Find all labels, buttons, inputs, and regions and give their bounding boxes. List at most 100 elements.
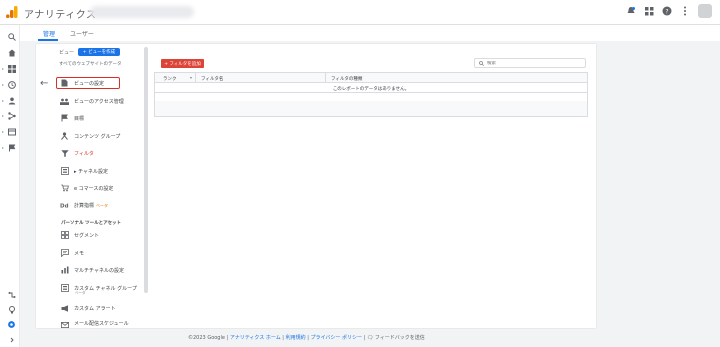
copyright-text: ©2023 Google — [188, 335, 225, 341]
personal-tools-header: パーソナル ツールとアセット — [61, 221, 121, 226]
menu-item-multichannel-settings[interactable]: マルチチャネルの設定 — [60, 264, 144, 276]
attribution-icon[interactable] — [7, 290, 16, 299]
notifications-icon[interactable] — [626, 6, 636, 16]
expand-caret-icon[interactable]: ▸ — [2, 113, 4, 118]
menu-item-calculated-metrics[interactable]: Dd 計算指標 ベータ — [60, 199, 144, 211]
conversion-flag-icon[interactable] — [7, 143, 16, 152]
filter-search-box[interactable] — [474, 58, 586, 68]
analytics-logo-icon[interactable] — [6, 6, 18, 18]
svg-text:?: ? — [665, 8, 668, 15]
svg-text:Dd: Dd — [60, 204, 69, 209]
menu-item-custom-alerts[interactable]: カスタム アラート — [60, 302, 144, 314]
menu-item-label: セグメント — [74, 232, 100, 239]
menu-item-label: カスタム アラート — [74, 305, 116, 312]
menu-item-view-access[interactable]: ビューのアクセス管理 — [60, 95, 144, 107]
people-icon — [60, 97, 69, 106]
filter-icon — [60, 149, 69, 158]
add-filter-button[interactable]: + フィルタを追加 — [161, 59, 204, 68]
home-icon[interactable] — [7, 48, 16, 57]
search-icon[interactable] — [7, 32, 16, 41]
tab-admin[interactable]: 管理 — [43, 29, 55, 38]
channel-icon — [60, 167, 69, 176]
megaphone-icon — [60, 304, 69, 313]
menu-item-label: フィルタ — [74, 150, 94, 157]
menu-item-label: メモ — [74, 250, 85, 257]
expand-caret-icon[interactable]: ▸ — [2, 129, 4, 134]
tab-user[interactable]: ユーザー — [70, 29, 94, 38]
menu-item-label: メール配信スケジュール — [74, 321, 129, 327]
lightbulb-icon[interactable] — [7, 305, 16, 314]
apps-grid-icon[interactable] — [644, 6, 654, 16]
menu-item-label: 目標 — [74, 115, 85, 122]
account-selector[interactable] — [90, 6, 194, 18]
beta-badge: ベータ — [96, 202, 109, 208]
table-row: このレポートのデータはありません。 — [155, 83, 587, 93]
memo-icon — [60, 249, 69, 258]
menu-item-label: コンテンツ グループ — [74, 133, 121, 140]
table-footer — [155, 101, 587, 116]
person-icon[interactable] — [7, 96, 16, 105]
column-header-filter-type[interactable]: フィルタの種類 — [331, 76, 362, 82]
send-feedback-link[interactable]: フィードバックを送信 — [375, 335, 425, 341]
view-selector[interactable]: すべてのウェブサイトのデータ — [59, 61, 122, 67]
cart-icon — [60, 184, 69, 193]
clock-icon[interactable] — [7, 80, 16, 89]
mail-icon — [60, 320, 69, 328]
page-footer: ©2023 Google | アナリティクス ホーム | 利用規約 | プライバ… — [188, 335, 425, 341]
menu-item-label: ビューのアクセス管理 — [74, 98, 124, 105]
back-arrow-icon[interactable]: ← — [40, 78, 48, 89]
expand-caret-icon[interactable]: ▸ — [2, 82, 4, 87]
terms-link[interactable]: 利用規約 — [286, 335, 306, 341]
menu-item-annotations[interactable]: メモ — [60, 247, 144, 259]
app-title: アナリティクス — [24, 10, 97, 21]
admin-tabs: 管理 ユーザー — [0, 25, 720, 41]
menu-item-email-schedule[interactable]: メール配信スケジュール — [60, 320, 144, 328]
column-header-rank[interactable]: ランク — [163, 76, 177, 82]
create-view-button[interactable]: + ビューを作成 — [78, 48, 120, 56]
gear-icon[interactable] — [7, 320, 16, 329]
chevron-right-icon[interactable] — [7, 335, 16, 344]
behavior-icon[interactable] — [7, 127, 16, 136]
top-app-bar: アナリティクス ? — [0, 0, 720, 25]
filters-table: ランク ▾ フィルタ名 フィルタの種類 このレポートのデータはありません。 — [154, 72, 588, 117]
channel-icon — [60, 284, 69, 293]
help-icon[interactable]: ? — [662, 6, 672, 16]
bar-chart-icon — [60, 266, 69, 275]
person-icon — [60, 132, 69, 141]
analytics-home-link[interactable]: アナリティクス ホーム — [230, 335, 281, 341]
menu-item-goals[interactable]: 目標 — [60, 112, 144, 124]
menu-scrollbar[interactable] — [144, 47, 148, 293]
menu-item-filters[interactable]: フィルタ — [60, 147, 144, 159]
expand-caret-icon[interactable]: ▸ — [2, 145, 4, 150]
view-column-label: ビュー — [59, 50, 75, 56]
menu-item-content-grouping[interactable]: コンテンツ グループ — [60, 130, 144, 142]
dashboard-icon[interactable] — [7, 64, 16, 73]
beta-sub-label: ベータ — [75, 291, 86, 295]
annotation-highlight-box — [56, 77, 120, 89]
feedback-icon[interactable]: 🗨 — [367, 335, 373, 341]
search-input[interactable] — [487, 60, 577, 66]
menu-item-custom-channel-grouping[interactable]: カスタム チャネル グループ — [60, 282, 144, 294]
sort-caret-icon[interactable]: ▾ — [190, 75, 192, 80]
privacy-link[interactable]: プライバシー ポリシー — [310, 335, 362, 341]
menu-item-label: マルチチャネルの設定 — [74, 267, 124, 274]
avatar[interactable] — [698, 4, 712, 18]
column-header-filter-name[interactable]: フィルタ名 — [201, 76, 223, 82]
menu-item-ecommerce-settings[interactable]: e コマースの設定 — [60, 182, 144, 194]
table-header: ランク ▾ フィルタ名 フィルタの種類 — [155, 73, 587, 83]
expand-caret-icon[interactable]: ▸ — [2, 98, 4, 103]
acquisition-icon[interactable] — [7, 111, 16, 120]
empty-state-message: このレポートのデータはありません。 — [332, 87, 410, 92]
flag-icon — [60, 114, 69, 123]
menu-item-channel-settings[interactable]: ▸ チャネル設定 — [60, 165, 144, 177]
menu-item-segments[interactable]: セグメント — [60, 229, 144, 241]
column-divider — [325, 73, 326, 83]
column-divider — [195, 73, 196, 83]
more-vert-icon[interactable] — [680, 6, 690, 16]
menu-item-label: ▸ チャネル設定 — [74, 168, 109, 175]
active-tab-indicator — [38, 39, 58, 41]
segment-icon — [60, 231, 69, 240]
menu-item-label: e コマースの設定 — [74, 185, 114, 192]
expand-caret-icon[interactable]: ▸ — [2, 66, 4, 71]
left-nav-rail: ▸ ▸ ▸ ▸ ▸ ▸ — [0, 25, 20, 347]
